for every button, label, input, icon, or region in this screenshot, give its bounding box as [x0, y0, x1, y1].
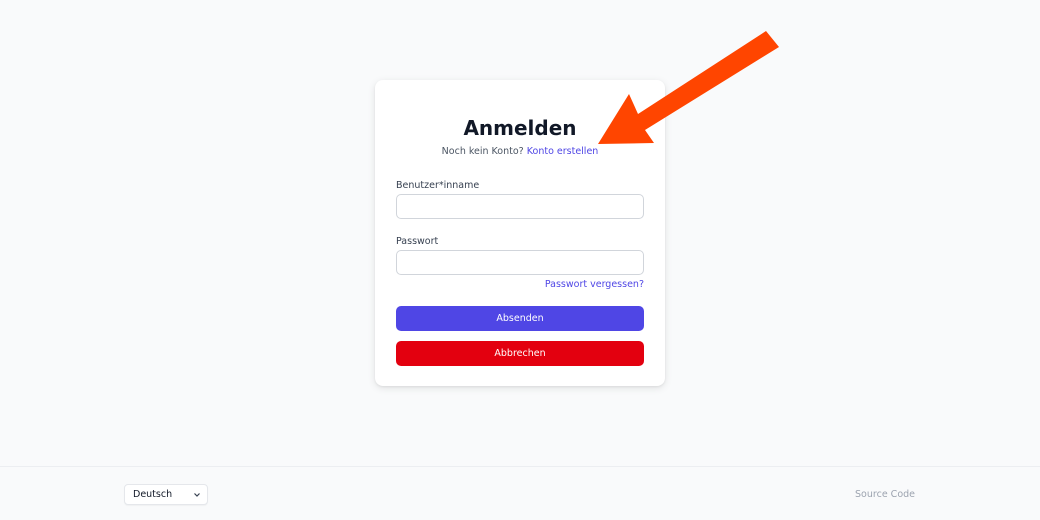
source-code-link[interactable]: Source Code: [855, 489, 915, 500]
forgot-password-link[interactable]: Passwort vergessen?: [545, 279, 644, 290]
signup-prompt: Noch kein Konto? Konto erstellen: [375, 146, 665, 157]
password-input[interactable]: [396, 250, 644, 275]
language-selected: Deutsch: [133, 489, 173, 500]
chevron-down-icon: [194, 493, 200, 497]
create-account-link[interactable]: Konto erstellen: [527, 146, 599, 157]
language-select[interactable]: Deutsch: [124, 484, 208, 505]
cancel-button[interactable]: Abbrechen: [396, 341, 644, 366]
login-card: Anmelden Noch kein Konto? Konto erstelle…: [375, 80, 665, 386]
password-label: Passwort: [396, 236, 439, 247]
no-account-text: Noch kein Konto?: [441, 146, 524, 157]
username-label: Benutzer*inname: [396, 180, 480, 191]
footer: Deutsch Source Code: [0, 466, 1040, 520]
submit-button[interactable]: Absenden: [396, 306, 644, 331]
page: Anmelden Noch kein Konto? Konto erstelle…: [0, 0, 1040, 520]
username-input[interactable]: [396, 194, 644, 219]
page-title: Anmelden: [463, 116, 577, 140]
